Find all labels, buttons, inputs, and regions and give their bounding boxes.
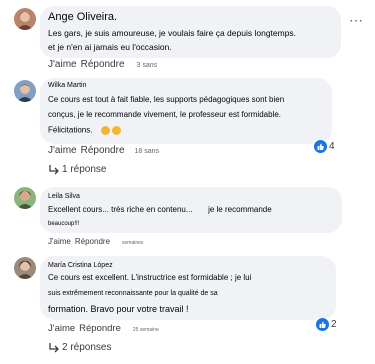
reply-button[interactable]: Répondre — [75, 237, 110, 246]
comment-text: Les gars, je suis amoureuse, je voulais … — [48, 28, 297, 38]
like-button[interactable]: J'aime — [48, 59, 77, 70]
reaction-count: 2 — [331, 319, 337, 330]
avatar[interactable] — [14, 187, 36, 209]
timestamp[interactable]: 18 sans — [135, 148, 160, 155]
thumbs-up-icon — [316, 318, 329, 331]
comment-author[interactable]: Wilka Martin — [48, 82, 87, 89]
comment-author[interactable]: Ange Oliveira. — [48, 11, 117, 23]
like-button[interactable]: J'aime — [48, 323, 75, 334]
clapping-hands-icon — [100, 126, 110, 135]
comment-text: suis extrêmement reconnaissante pour la … — [48, 290, 218, 297]
comment-text: Ce cours est excellent. L'instructrice e… — [48, 273, 252, 282]
timestamp[interactable]: semaines — [122, 240, 143, 246]
comment-author[interactable]: María Cristina López — [48, 262, 113, 269]
like-button[interactable]: J'aime — [48, 237, 71, 246]
thumbs-up-icon — [314, 140, 327, 153]
like-button[interactable]: J'aime — [48, 145, 77, 156]
view-replies-link[interactable]: 1 réponse — [48, 164, 106, 175]
comment-text: Félicitations. — [48, 126, 121, 135]
comment-text: conçus, je le recommande vivement, le pr… — [48, 110, 281, 119]
view-replies-link[interactable]: 2 réponses — [48, 342, 111, 353]
reply-arrow-icon — [49, 342, 59, 352]
replies-label[interactable]: 2 réponses — [62, 342, 111, 353]
comment-text: formation. Bravo pour votre travail ! — [48, 304, 189, 314]
reply-button[interactable]: Répondre — [81, 59, 125, 70]
comment-bubble: Wilka Martin Ce cours est tout à fait fi… — [40, 78, 332, 144]
avatar[interactable] — [14, 257, 36, 279]
more-dots-icon[interactable]: ⋯ — [349, 12, 364, 29]
comment-author[interactable]: Leila Silva — [48, 193, 80, 200]
replies-label[interactable]: 1 réponse — [62, 164, 106, 175]
timestamp[interactable]: 25 semaine — [133, 327, 159, 333]
comment-text: beaucoup!!! — [48, 221, 80, 227]
reaction-summary[interactable]: 2 — [316, 318, 337, 331]
reply-button[interactable]: Répondre — [79, 323, 121, 334]
clapping-hands-icon — [111, 126, 121, 135]
comment-actions: J'aime Répondre semaines — [48, 237, 143, 246]
comment-feed: Ange Oliveira. Les gars, je suis amoureu… — [0, 0, 375, 364]
comment-bubble: Leila Silva Excellent cours... très rich… — [40, 187, 342, 233]
comment-text-fragment: Félicitations. — [48, 125, 93, 135]
comment-bubble: Ange Oliveira. Les gars, je suis amoureu… — [40, 6, 341, 58]
avatar[interactable] — [14, 80, 36, 102]
comment-actions: J'aime Répondre 18 sans — [48, 145, 159, 156]
comment-actions: J'aime Répondre 3 sans — [48, 59, 157, 70]
comment-actions: J'aime Répondre 25 semaine — [48, 323, 159, 334]
timestamp[interactable]: 3 sans — [137, 62, 158, 69]
reaction-summary[interactable]: 4 — [314, 140, 335, 153]
reply-arrow-icon — [49, 164, 59, 174]
avatar[interactable] — [14, 8, 36, 30]
comment-text: Ce cours est tout à fait fiable, les sup… — [48, 95, 285, 104]
comment-text: et je n'en ai jamais eu l'occasion. — [48, 42, 172, 52]
comment-text: Excellent cours... très riche en contenu… — [48, 205, 272, 214]
reaction-count: 4 — [329, 141, 335, 152]
comment-bubble: María Cristina López Ce cours est excell… — [40, 256, 336, 320]
reply-button[interactable]: Répondre — [81, 145, 125, 156]
